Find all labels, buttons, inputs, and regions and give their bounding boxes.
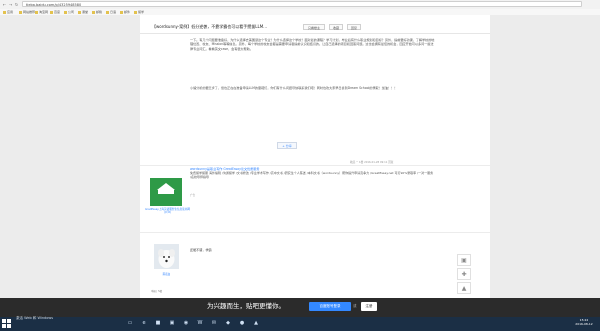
register-button[interactable]: 注册 <box>361 302 377 311</box>
app-icon[interactable]: ● <box>237 318 247 329</box>
share-tool-icon[interactable]: ▣ <box>457 254 471 266</box>
reply-text: 还能不错，学霸 <box>190 248 212 252</box>
dog-avatar-icon <box>154 244 179 269</box>
reply-username[interactable]: 雨夜白 <box>154 272 179 276</box>
url-input[interactable]: tieba.baidu.com/p/4325948580 <box>22 1 582 7</box>
graduation-cap-icon-base <box>158 190 174 194</box>
clock-date: 2016-08-12 <box>575 322 593 326</box>
refresh-icon[interactable]: ↻ <box>14 2 19 7</box>
add-tool-icon[interactable]: ✚ <box>457 268 471 280</box>
forward-arrow-icon[interactable]: → <box>8 2 13 7</box>
or-text: 或 <box>353 304 357 308</box>
banner-text: 为兴趣而生，贴吧更懂你。 <box>207 302 285 310</box>
task-view-icon[interactable]: ▭ <box>125 318 135 329</box>
ad-tag: 广告 <box>190 194 196 197</box>
watch-owner-button[interactable]: 只看楼主 <box>303 24 325 30</box>
chrome-icon[interactable]: ◉ <box>181 318 191 329</box>
activation-watermark: 激活 Web 和 Windows <box>16 316 54 320</box>
windows-start-icon[interactable] <box>2 319 11 328</box>
collect-button[interactable]: 收藏 <box>329 24 343 30</box>
word-icon[interactable]: W <box>195 318 205 329</box>
ad-author-name[interactable]: GradEssay上海英语服务生信息读书网(公众) <box>145 208 190 215</box>
back-arrow-icon[interactable]: ← <box>2 2 7 7</box>
login-banner <box>0 298 600 317</box>
post-paragraph: 一下。有几个问题要准备好，为什么选择去美国读这个专业？为什么选择这个学校？面对最… <box>190 38 435 51</box>
divider <box>140 232 490 233</box>
post-meta: 收起 ^ 1楼 2016-01-28 09:11 回复 <box>350 161 394 164</box>
reply-button[interactable]: 回复 <box>347 24 361 30</box>
graduation-cap-icon <box>157 183 175 190</box>
explorer-icon[interactable]: ■ <box>153 318 163 329</box>
edge-icon[interactable]: e <box>139 318 149 329</box>
avatar[interactable] <box>154 244 179 269</box>
mail-icon[interactable]: ✉ <box>209 318 219 329</box>
post-paragraph: 小编分析的要乏步了，但也正在在准备申请LLM的童鞋们，你们有什么问题尽快联系我们… <box>190 86 398 90</box>
share-label: 分享 <box>285 144 292 148</box>
ad-body: 免费留学留服 海外编辑 /沟通留学 /文书修改 /专业学术写作 /高中文书 /研… <box>190 171 434 179</box>
top-tool-icon[interactable]: ▲ <box>457 282 471 294</box>
login-button[interactable]: 百度账号登录 <box>309 302 351 311</box>
app-icon[interactable]: ◆ <box>223 318 233 329</box>
windows-taskbar <box>0 317 600 331</box>
store-icon[interactable]: ▣ <box>167 318 177 329</box>
share-button[interactable]: + 分享 <box>277 142 297 149</box>
taskbar-clock[interactable]: 15:22 2016-08-12 <box>570 318 598 326</box>
post-title[interactable]: 【wordsunny-案例】低分逆袭，不靠学霸也可以看手攒拔LLM... <box>152 24 292 30</box>
reply-level: 举报 | 5楼 <box>151 290 163 293</box>
app-icon[interactable]: ▲ <box>251 318 261 329</box>
